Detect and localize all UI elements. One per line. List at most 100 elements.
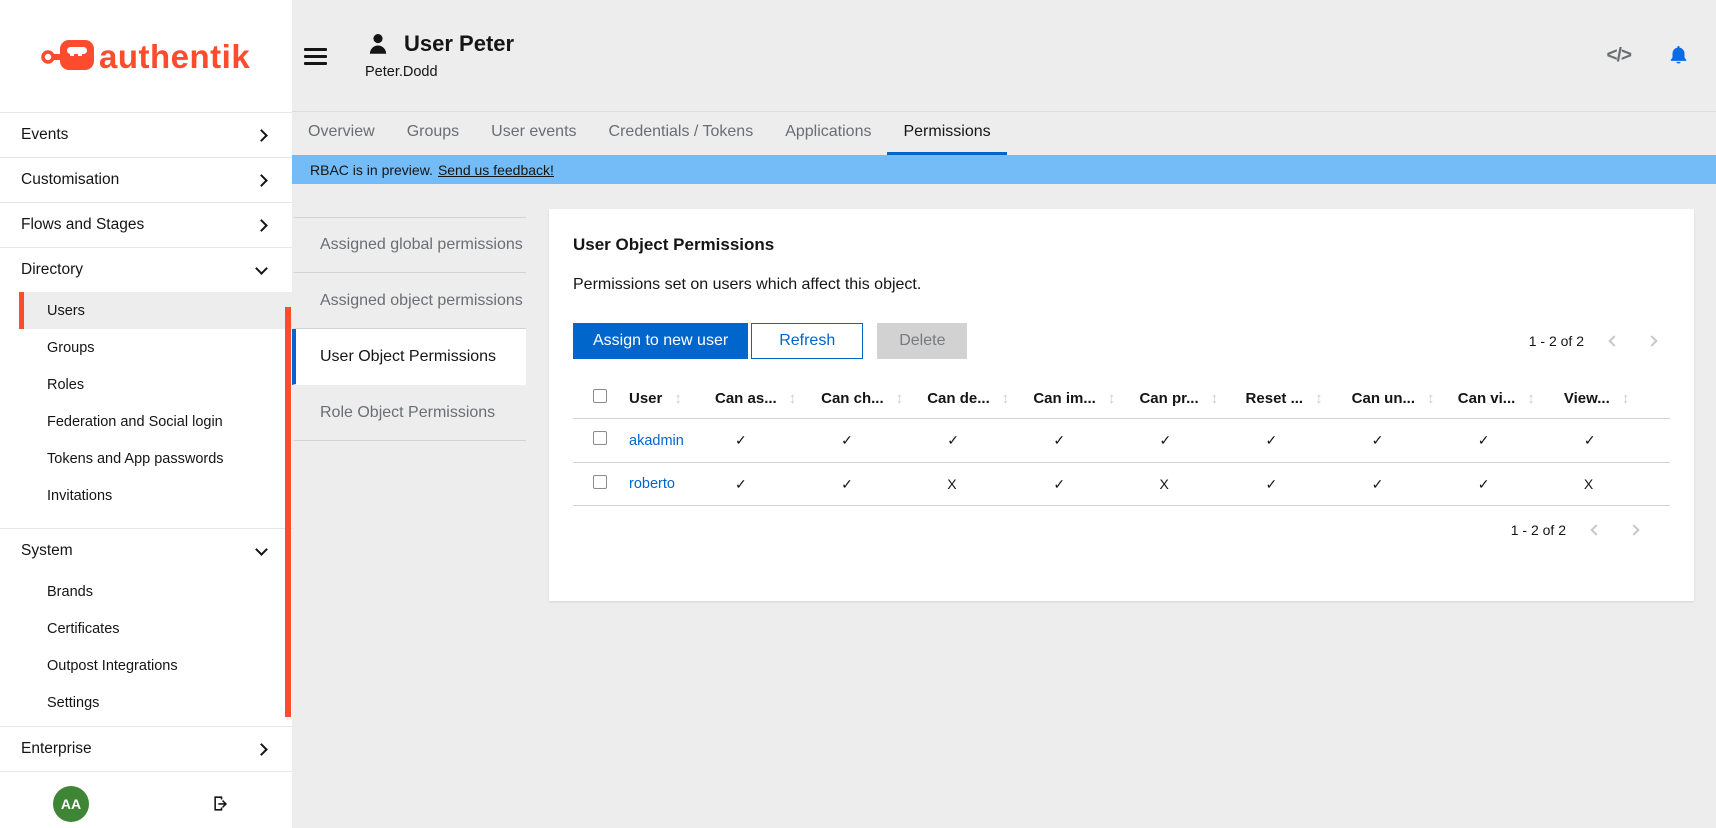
page-subtitle: Peter.Dodd (365, 64, 514, 80)
sidebar-item-roles[interactable]: Roles (19, 366, 292, 403)
feedback-link[interactable]: Send us feedback! (438, 162, 554, 178)
api-code-icon[interactable]: </> (1607, 45, 1631, 67)
sort-icon[interactable]: ↕ (1622, 390, 1630, 407)
notifications-bell-icon[interactable] (1667, 44, 1690, 67)
app-root: authentik Events Customisation Flows and… (0, 0, 1716, 828)
chevron-down-icon (255, 262, 268, 275)
sidebar-item-settings[interactable]: Settings (19, 684, 292, 721)
sort-icon[interactable]: ↕ (1527, 390, 1535, 407)
row-checkbox[interactable] (593, 475, 607, 489)
content-area: Assigned global permissions Assigned obj… (292, 184, 1716, 828)
select-all-checkbox[interactable] (593, 389, 607, 403)
avatar[interactable]: AA (53, 786, 89, 822)
chevron-right-icon (255, 174, 268, 187)
sort-icon[interactable]: ↕ (1108, 390, 1116, 407)
permission-value: ✓ (1564, 432, 1670, 449)
hamburger-menu-icon[interactable] (304, 48, 327, 66)
sort-icon[interactable]: ↕ (1427, 390, 1435, 407)
sidebar-item-system[interactable]: System (0, 529, 292, 573)
pagination-next-icon[interactable] (1628, 524, 1639, 535)
chevron-right-icon (255, 219, 268, 232)
tab-user-events[interactable]: User events (475, 112, 592, 155)
tab-overview[interactable]: Overview (292, 112, 391, 155)
sidebar-item-groups[interactable]: Groups (19, 329, 292, 366)
pagination-next-icon[interactable] (1646, 335, 1657, 346)
brand-wordmark: authentik (99, 38, 250, 75)
sort-icon[interactable]: ↕ (789, 390, 797, 407)
sidebar-item-directory[interactable]: Directory (0, 248, 292, 292)
permission-value: ✓ (1246, 432, 1352, 449)
pagination-prev-icon[interactable] (1608, 335, 1619, 346)
user-link[interactable]: roberto (629, 476, 675, 492)
sidebar-item-certificates[interactable]: Certificates (19, 610, 292, 647)
pagination-top: 1 - 2 of 2 (1529, 333, 1656, 349)
sidebar-item-events[interactable]: Events (0, 113, 292, 157)
sidebar-item-outpost-integrations[interactable]: Outpost Integrations (19, 647, 292, 684)
permissions-table: User↕ Can as...↕ Can ch...↕ Can de...↕ C… (573, 378, 1670, 506)
sidebar-item-brands[interactable]: Brands (19, 573, 292, 610)
row-checkbox[interactable] (593, 431, 607, 445)
chevron-right-icon (255, 743, 268, 756)
permission-value: ✓ (1033, 432, 1139, 449)
table-row: roberto ✓ ✓ X ✓ X ✓ ✓ ✓ X (573, 462, 1670, 506)
pagination-prev-icon[interactable] (1590, 524, 1601, 535)
sidebar-item-label: Federation and Social login (47, 414, 223, 430)
sort-icon[interactable]: ↕ (1002, 390, 1010, 407)
user-link[interactable]: akadmin (629, 433, 684, 449)
sidebar-item-customisation[interactable]: Customisation (0, 158, 292, 202)
permission-value: ✓ (927, 432, 1033, 449)
sidebar-item-flows-and-stages[interactable]: Flows and Stages (0, 203, 292, 247)
pagination-label: 1 - 2 of 2 (1511, 522, 1566, 538)
main-area: User Peter Peter.Dodd </> Overview Group… (292, 0, 1716, 828)
sidebar-item-label: System (21, 542, 73, 560)
card-description: Permissions set on users which affect th… (573, 276, 1670, 294)
sign-out-icon[interactable] (212, 794, 231, 813)
sidebar-item-invitations[interactable]: Invitations (19, 477, 292, 514)
tab-bar: Overview Groups User events Credentials … (292, 112, 1716, 155)
tab-applications[interactable]: Applications (769, 112, 887, 155)
assign-to-new-user-button[interactable]: Assign to new user (573, 323, 748, 359)
chevron-right-icon (255, 129, 268, 142)
sort-icon[interactable]: ↕ (674, 390, 682, 407)
sort-icon[interactable]: ↕ (1315, 390, 1323, 407)
permission-value: X (927, 476, 1033, 492)
subtab-assigned-global-permissions[interactable]: Assigned global permissions (292, 217, 526, 273)
tab-groups[interactable]: Groups (391, 112, 475, 155)
sidebar-item-label: Settings (47, 695, 99, 711)
brand-logo[interactable]: authentik (0, 0, 292, 112)
authentik-logo-icon: authentik (40, 33, 255, 79)
permission-value: ✓ (1033, 476, 1139, 493)
permission-value: ✓ (1352, 432, 1458, 449)
delete-button[interactable]: Delete (877, 323, 967, 359)
pagination-label: 1 - 2 of 2 (1529, 333, 1584, 349)
sidebar-scrollbar-thumb[interactable] (285, 307, 291, 717)
sidebar-item-label: Users (47, 303, 85, 319)
sidebar-item-label: Events (21, 126, 68, 144)
permission-value: ✓ (1458, 432, 1564, 449)
sort-icon[interactable]: ↕ (1211, 390, 1219, 407)
sidebar-item-tokens-app-passwords[interactable]: Tokens and App passwords (19, 440, 292, 477)
table-row: akadmin ✓ ✓ ✓ ✓ ✓ ✓ ✓ ✓ ✓ (573, 418, 1670, 462)
sidebar-item-label: Certificates (47, 621, 120, 637)
permission-value: ✓ (1458, 476, 1564, 493)
tab-permissions[interactable]: Permissions (887, 112, 1006, 155)
sidebar-item-users[interactable]: Users (19, 292, 292, 329)
sidebar-item-federation-social-login[interactable]: Federation and Social login (19, 403, 292, 440)
toolbar: Assign to new user Refresh Delete 1 - 2 … (573, 323, 1670, 359)
chevron-down-icon (255, 543, 268, 556)
sidebar-item-label: Invitations (47, 488, 112, 504)
sort-icon[interactable]: ↕ (896, 390, 904, 407)
pagination-bottom: 1 - 2 of 2 (1511, 522, 1638, 538)
refresh-button[interactable]: Refresh (751, 323, 863, 359)
subtab-role-object-permissions[interactable]: Role Object Permissions (292, 385, 526, 441)
sidebar-item-label: Tokens and App passwords (47, 451, 224, 467)
card-title: User Object Permissions (573, 235, 1670, 255)
permission-subtabs: Assigned global permissions Assigned obj… (292, 217, 526, 441)
subtab-assigned-object-permissions[interactable]: Assigned object permissions (292, 273, 526, 329)
subtab-user-object-permissions[interactable]: User Object Permissions (292, 329, 526, 385)
tab-credentials-tokens[interactable]: Credentials / Tokens (593, 112, 770, 155)
sidebar-account-row: AA (0, 772, 292, 828)
page-title: User Peter (404, 31, 514, 57)
sidebar-item-enterprise[interactable]: Enterprise (0, 727, 292, 771)
table-header-row: User↕ Can as...↕ Can ch...↕ Can de...↕ C… (573, 378, 1670, 418)
